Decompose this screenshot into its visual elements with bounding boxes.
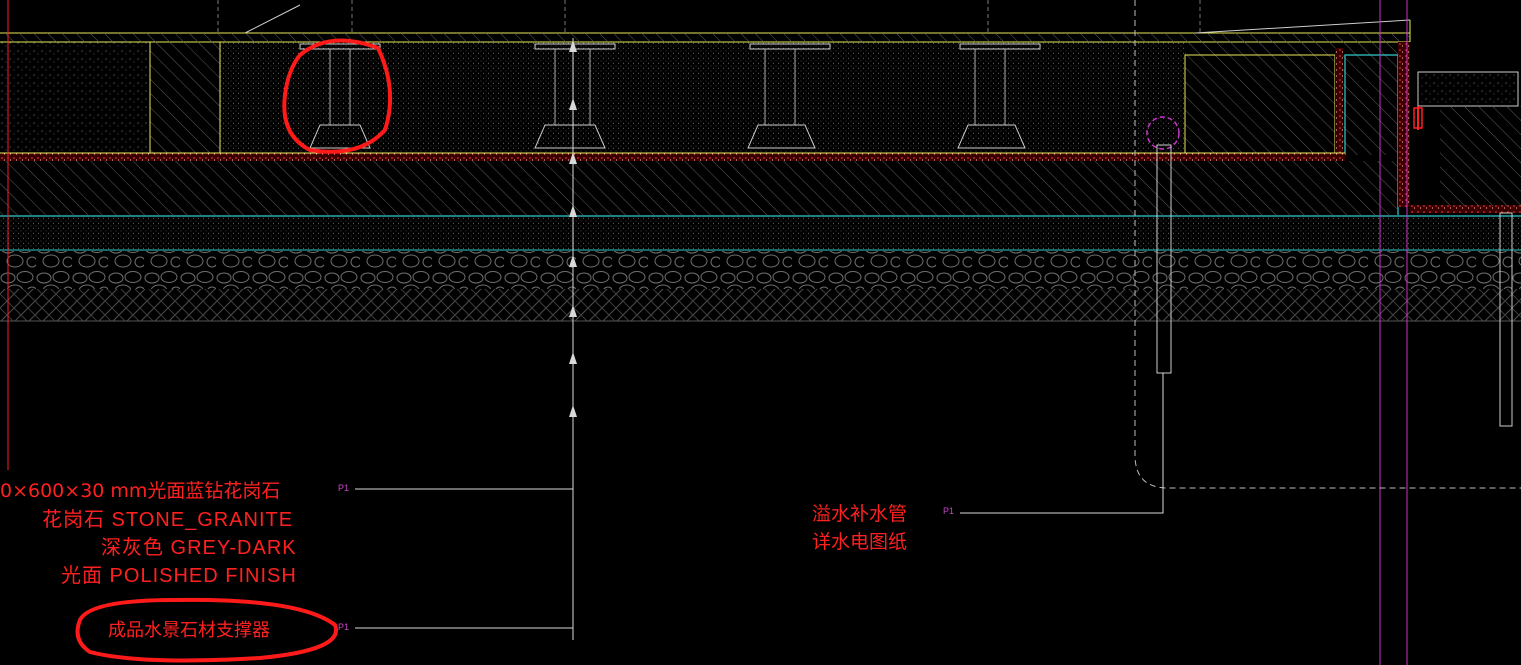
tag-granite: P1: [338, 483, 349, 493]
support-label: 成品水景石材支撑器: [108, 620, 270, 641]
granite-finish-line: 光面 POLISHED FINISH: [61, 564, 297, 587]
water-cavity: [0, 42, 1185, 153]
pipe-label-line1: 溢水补水管: [812, 503, 907, 525]
tag-support: P1: [338, 622, 349, 632]
cad-section-drawing: P1 P1 P1 0×600×30 mm光面蓝钻花岗石 花岗石 STONE_GR…: [0, 0, 1521, 665]
tag-pipe: P1: [943, 506, 954, 516]
granite-color-line: 深灰色 GREY-DARK: [101, 536, 297, 559]
granite-material-line: 花岗石 STONE_GRANITE: [42, 508, 293, 531]
structural-slab: [0, 161, 1521, 322]
leader-line-pipe: [960, 373, 1164, 514]
waterproof-membrane: [0, 152, 1345, 161]
granite-spec-line: 0×600×30 mm光面蓝钻花岗石: [0, 480, 280, 502]
top-finish-layer: [0, 4, 1411, 43]
pipe-label-line2: 详水电图纸: [812, 531, 907, 553]
